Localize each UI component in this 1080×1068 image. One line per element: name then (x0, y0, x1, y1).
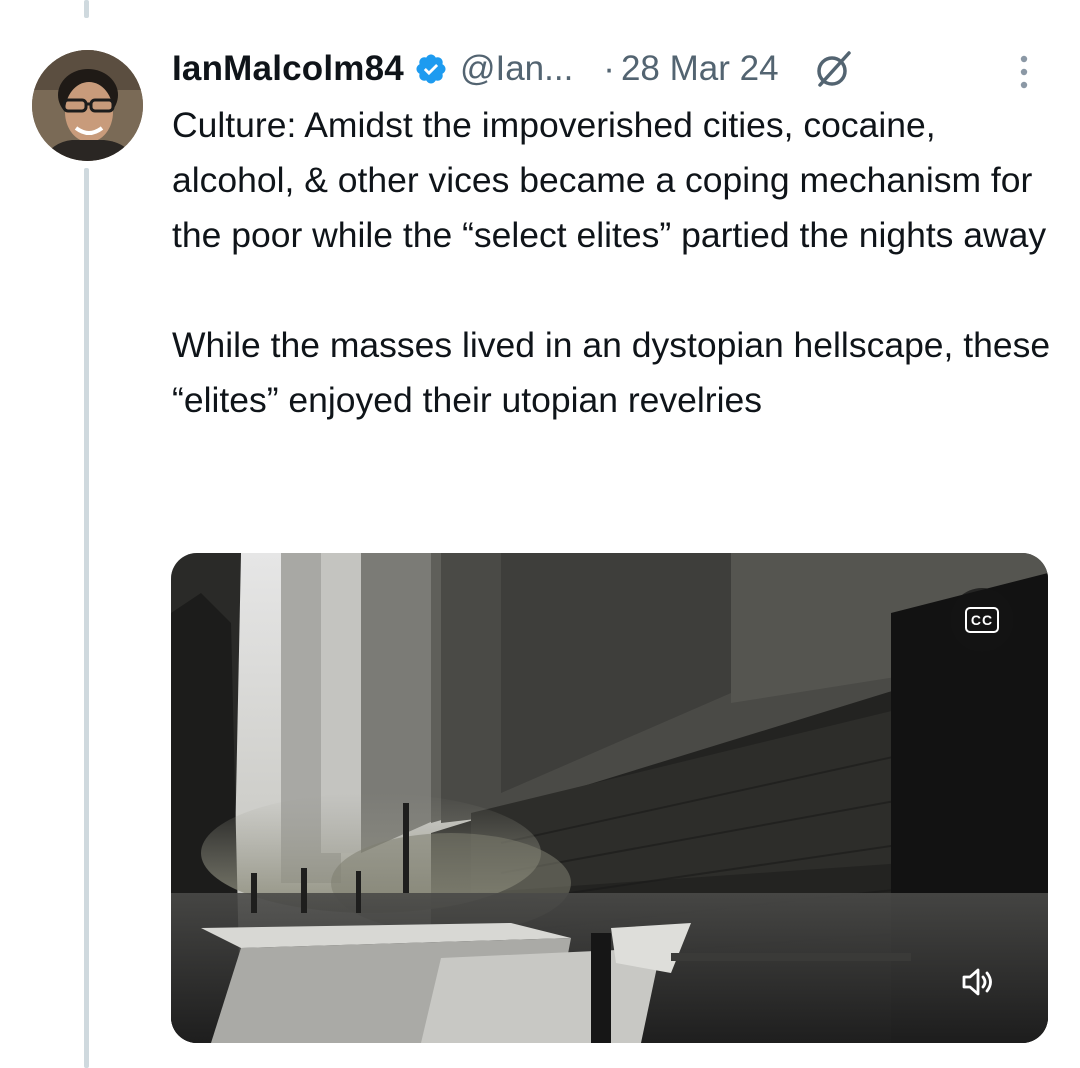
display-name[interactable]: IanMalcolm84 (172, 49, 404, 89)
thread-connector-bottom (84, 168, 89, 1068)
grok-icon[interactable] (811, 47, 855, 91)
tweet-paragraph: Culture: Amidst the impoverished cities,… (172, 105, 1047, 255)
video-frame (171, 553, 1048, 1043)
tweet-header: IanMalcolm84 @Ian... · 28 Mar 24 (172, 40, 855, 98)
volume-icon (962, 968, 992, 996)
avatar-image (32, 50, 143, 161)
volume-button[interactable] (950, 954, 1006, 1010)
verified-badge-icon[interactable] (414, 52, 448, 86)
avatar[interactable] (32, 50, 143, 161)
handle[interactable]: @Ian... (460, 49, 573, 89)
captions-button[interactable]: CC (950, 588, 1014, 652)
video-player[interactable]: CC (171, 553, 1048, 1043)
thread-connector-top (84, 0, 89, 18)
tweet-text: Culture: Amidst the impoverished cities,… (172, 98, 1052, 428)
tweet-paragraph: While the masses lived in an dystopian h… (172, 325, 1051, 420)
timestamp[interactable]: 28 Mar 24 (621, 49, 779, 89)
more-options-icon[interactable] (1016, 52, 1032, 92)
captions-icon: CC (964, 607, 1000, 633)
separator-dot: · (603, 49, 615, 88)
